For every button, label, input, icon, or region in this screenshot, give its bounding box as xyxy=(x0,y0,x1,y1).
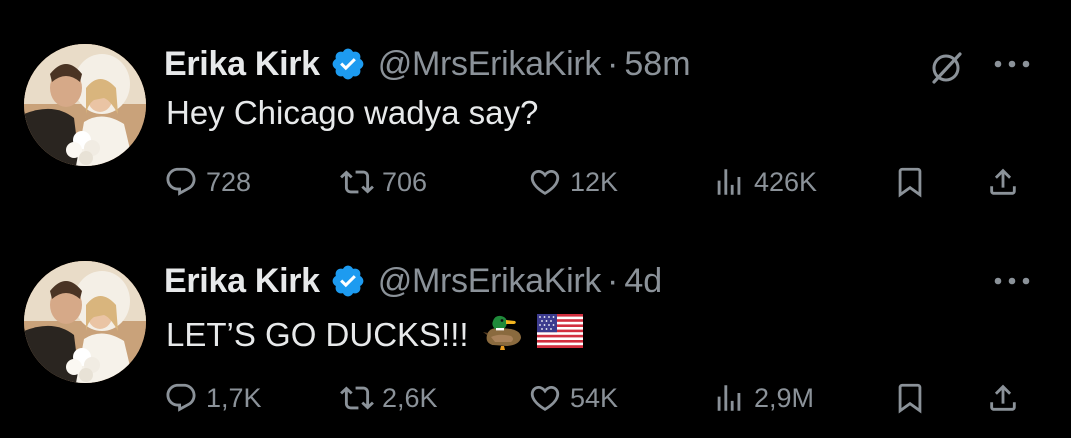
share-button[interactable] xyxy=(986,376,1020,420)
tweet[interactable]: Erika Kirk @MrsErikaKirk · 4d LET’S GO D… xyxy=(0,219,1071,438)
views-count: 2,9M xyxy=(754,382,815,413)
more-icon[interactable] xyxy=(992,56,1032,72)
reply-button[interactable]: 728 xyxy=(164,160,251,204)
author-handle[interactable]: @MrsErikaKirk xyxy=(378,262,602,301)
repost-count: 2,6K xyxy=(382,382,438,413)
repost-button[interactable]: 2,6K xyxy=(340,376,438,420)
repost-count: 706 xyxy=(382,166,428,197)
bookmark-icon xyxy=(898,383,922,414)
like-button[interactable]: 12K xyxy=(528,160,618,204)
separator: · xyxy=(607,261,619,300)
author-handle[interactable]: @MrsErikaKirk xyxy=(378,45,602,84)
us-flag-emoji xyxy=(536,314,583,356)
repost-icon xyxy=(340,170,374,194)
views-button[interactable]: 2,9M xyxy=(712,376,814,420)
share-icon xyxy=(990,168,1016,195)
views-icon xyxy=(717,385,741,411)
reply-count: 728 xyxy=(206,166,252,197)
views-button[interactable]: 426K xyxy=(712,160,817,204)
action-bar: 1,7K 2,6K 54K 2,9M xyxy=(0,376,1071,420)
author-name[interactable]: Erika Kirk xyxy=(164,45,320,84)
share-icon xyxy=(990,384,1016,411)
timeline: Erika Kirk @MrsErikaKirk · 58m Hey Chica… xyxy=(0,0,1071,438)
bookmark-button[interactable] xyxy=(893,376,927,420)
repost-icon xyxy=(340,386,374,410)
reply-count: 1,7K xyxy=(206,382,262,413)
reply-button[interactable]: 1,7K xyxy=(164,376,262,420)
more-icon[interactable] xyxy=(992,273,1032,289)
timestamp[interactable]: 58m xyxy=(624,45,690,84)
timestamp[interactable]: 4d xyxy=(624,262,662,301)
author-name[interactable]: Erika Kirk xyxy=(164,262,320,301)
reply-icon xyxy=(166,383,196,412)
tweet-header: Erika Kirk @MrsErikaKirk · 58m xyxy=(164,40,691,88)
like-count: 12K xyxy=(570,166,619,197)
repost-button[interactable]: 706 xyxy=(340,160,427,204)
views-count: 426K xyxy=(754,166,818,197)
tweet-text-content: Hey Chicago wadya say? xyxy=(166,94,539,131)
action-bar: 728 706 12K 426K xyxy=(0,160,1071,204)
avatar[interactable] xyxy=(24,44,146,166)
verified-badge-icon xyxy=(330,46,366,82)
separator: · xyxy=(607,44,619,83)
duck-emoji xyxy=(481,311,525,359)
tweet-text-content: LET’S GO DUCKS!!! xyxy=(166,316,469,353)
like-button[interactable]: 54K xyxy=(528,376,618,420)
like-icon xyxy=(530,169,560,195)
share-button[interactable] xyxy=(986,160,1020,204)
verified-badge-icon xyxy=(330,263,366,299)
views-icon xyxy=(717,169,741,195)
tweet-text: Hey Chicago wadya say? xyxy=(166,94,538,132)
grok-icon[interactable] xyxy=(926,48,966,88)
like-count: 54K xyxy=(570,382,619,413)
tweet-header: Erika Kirk @MrsErikaKirk · 4d xyxy=(164,257,662,305)
reply-icon xyxy=(166,167,196,196)
bookmark-button[interactable] xyxy=(893,160,927,204)
like-icon xyxy=(530,385,560,411)
avatar[interactable] xyxy=(24,261,146,383)
tweet-text: LET’S GO DUCKS!!! xyxy=(166,311,583,359)
bookmark-icon xyxy=(898,167,922,198)
tweet[interactable]: Erika Kirk @MrsErikaKirk · 58m Hey Chica… xyxy=(0,0,1071,219)
